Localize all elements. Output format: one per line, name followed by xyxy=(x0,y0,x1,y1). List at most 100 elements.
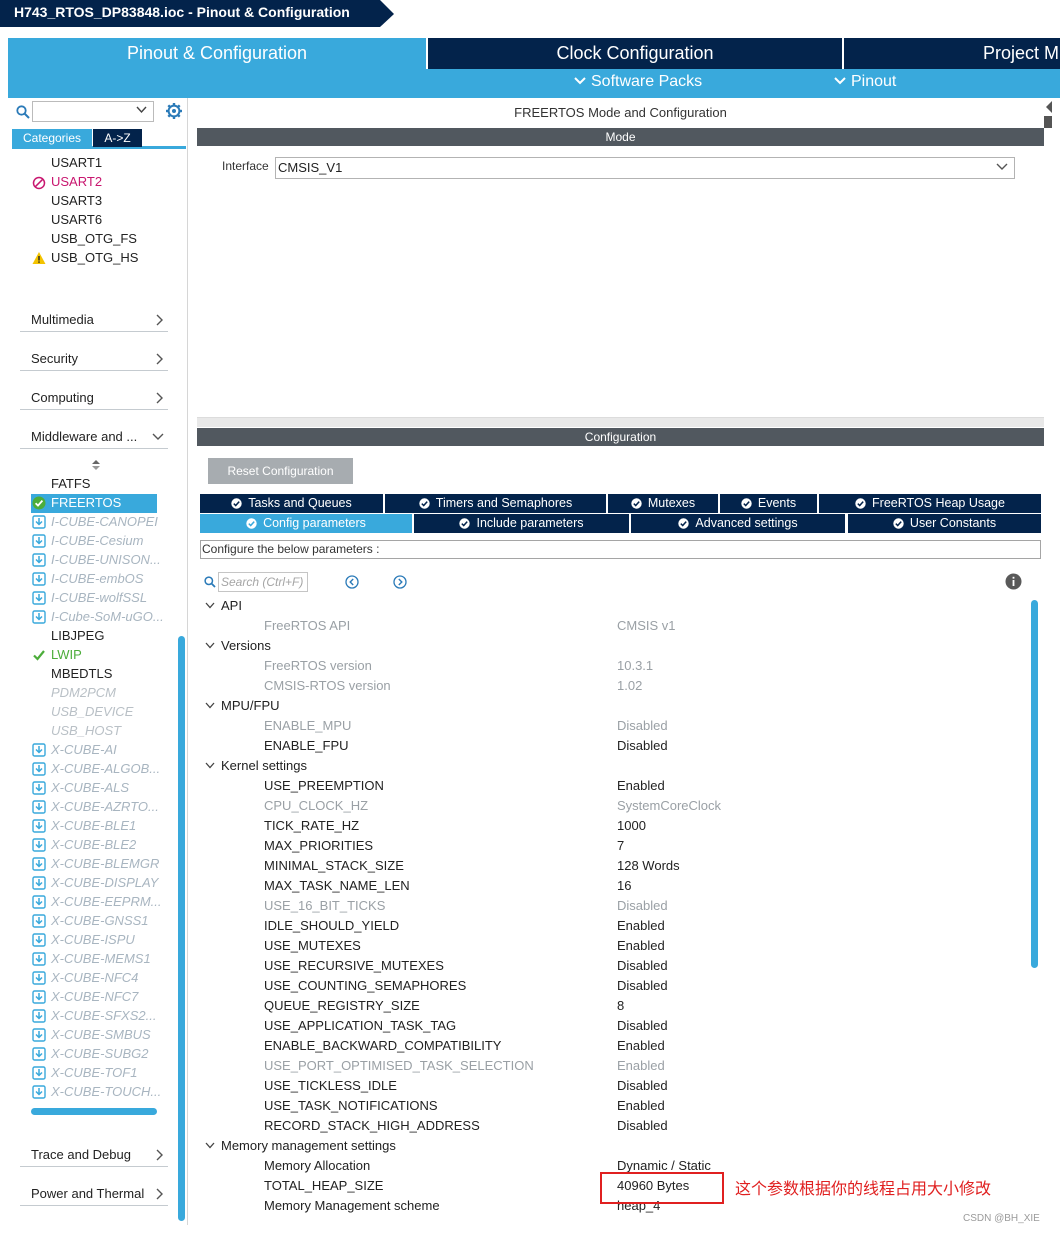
param-value[interactable]: Enabled xyxy=(617,936,665,956)
tree-item-usb-otg-hs[interactable]: USB_OTG_HS xyxy=(51,249,138,267)
parameter-scrollbar[interactable] xyxy=(1031,600,1038,968)
tree-item-lwip[interactable]: LWIP xyxy=(51,646,82,664)
tree-item-x-cube-ai[interactable]: X-CUBE-AI xyxy=(51,741,117,759)
param-name[interactable]: USE_PORT_OPTIMISED_TASK_SELECTION xyxy=(264,1056,534,1076)
param-group-kernel-settings[interactable]: Kernel settings xyxy=(205,756,307,776)
param-group-memory-management-settings[interactable]: Memory management settings xyxy=(205,1136,396,1156)
next-match-icon[interactable] xyxy=(393,575,407,589)
tree-item-x-cube-als[interactable]: X-CUBE-ALS xyxy=(51,779,129,797)
parameter-search-input[interactable]: Search (Ctrl+F) xyxy=(218,572,308,592)
tree-item-x-cube-tof1[interactable]: X-CUBE-TOF1 xyxy=(51,1064,137,1082)
param-name[interactable]: IDLE_SHOULD_YIELD xyxy=(264,916,399,936)
reset-configuration-button[interactable]: Reset Configuration xyxy=(208,458,353,484)
param-value[interactable]: Disabled xyxy=(617,1116,668,1136)
tree-item-x-cube-ispu[interactable]: X-CUBE-ISPU xyxy=(51,931,135,949)
param-value[interactable]: 8 xyxy=(617,996,624,1016)
param-value[interactable]: 7 xyxy=(617,836,624,856)
category-trace-and-debug[interactable]: Trace and Debug xyxy=(20,1143,168,1167)
tree-item-usart6[interactable]: USART6 xyxy=(51,211,102,229)
category-multimedia[interactable]: Multimedia xyxy=(20,308,168,332)
tree-item-libjpeg[interactable]: LIBJPEG xyxy=(51,627,104,645)
info-icon[interactable] xyxy=(1005,573,1022,590)
tree-item-x-cube-subg2[interactable]: X-CUBE-SUBG2 xyxy=(51,1045,149,1063)
tree-item-usart2[interactable]: USART2 xyxy=(51,173,102,191)
param-name[interactable]: MAX_TASK_NAME_LEN xyxy=(264,876,410,896)
param-name[interactable]: USE_COUNTING_SEMAPHORES xyxy=(264,976,466,996)
config-tab-events[interactable]: Events xyxy=(720,494,817,513)
search-icon[interactable] xyxy=(16,105,30,119)
config-tab-timers-and-semaphores[interactable]: Timers and Semaphores xyxy=(385,494,606,513)
tree-item-x-cube-smbus[interactable]: X-CUBE-SMBUS xyxy=(51,1026,151,1044)
param-value[interactable]: Disabled xyxy=(617,1076,668,1096)
param-name[interactable]: USE_MUTEXES xyxy=(264,936,361,956)
tree-item-i-cube-canopei[interactable]: I-CUBE-CANOPEI xyxy=(51,513,158,531)
param-name[interactable]: FreeRTOS version xyxy=(264,656,372,676)
config-tab-config-parameters[interactable]: Config parameters xyxy=(200,514,412,533)
param-value[interactable]: Enabled xyxy=(617,1036,665,1056)
param-name[interactable]: USE_TICKLESS_IDLE xyxy=(264,1076,397,1096)
config-tab-freertos-heap-usage[interactable]: FreeRTOS Heap Usage xyxy=(819,494,1041,513)
param-name[interactable]: Memory Allocation xyxy=(264,1156,370,1176)
splitter[interactable] xyxy=(197,418,1044,427)
param-name[interactable]: USE_RECURSIVE_MUTEXES xyxy=(264,956,444,976)
previous-match-icon[interactable] xyxy=(345,575,359,589)
tree-item-x-cube-touch[interactable]: X-CUBE-TOUCH... xyxy=(51,1083,161,1101)
tree-item-usb-host[interactable]: USB_HOST xyxy=(51,722,121,740)
config-tab-mutexes[interactable]: Mutexes xyxy=(608,494,718,513)
tree-item-x-cube-sfxs2[interactable]: X-CUBE-SFXS2... xyxy=(51,1007,156,1025)
param-group-versions[interactable]: Versions xyxy=(205,636,271,656)
tree-item-usart3[interactable]: USART3 xyxy=(51,192,102,210)
tree-item-x-cube-display[interactable]: X-CUBE-DISPLAY xyxy=(51,874,158,892)
param-group-api[interactable]: API xyxy=(205,596,242,616)
tree-item-x-cube-nfc7[interactable]: X-CUBE-NFC7 xyxy=(51,988,138,1006)
config-tab-tasks-and-queues[interactable]: Tasks and Queues xyxy=(200,494,383,513)
sort-icon[interactable] xyxy=(92,460,100,470)
param-value[interactable]: Disabled xyxy=(617,1016,668,1036)
config-tab-user-constants[interactable]: User Constants xyxy=(848,514,1041,533)
param-value[interactable]: Enabled xyxy=(617,776,665,796)
tree-item-x-cube-azrto[interactable]: X-CUBE-AZRTO... xyxy=(51,798,159,816)
tree-item-i-cube-embos[interactable]: I-CUBE-embOS xyxy=(51,570,143,588)
param-name[interactable]: USE_TASK_NOTIFICATIONS xyxy=(264,1096,438,1116)
tree-item-x-cube-gnss1[interactable]: X-CUBE-GNSS1 xyxy=(51,912,149,930)
interface-select[interactable]: CMSIS_V1 xyxy=(275,157,1015,179)
param-name[interactable]: ENABLE_MPU xyxy=(264,716,351,736)
tree-item-x-cube-eeprm[interactable]: X-CUBE-EEPRM... xyxy=(51,893,162,911)
param-name[interactable]: CPU_CLOCK_HZ xyxy=(264,796,368,816)
param-value[interactable]: Disabled xyxy=(617,976,668,996)
param-value[interactable]: Disabled xyxy=(617,736,668,756)
collapse-arrow-icon[interactable] xyxy=(1045,100,1053,114)
tab-project-manager[interactable]: Project M xyxy=(844,38,1060,69)
category-power-and-thermal[interactable]: Power and Thermal xyxy=(20,1182,168,1206)
param-name[interactable]: MINIMAL_STACK_SIZE xyxy=(264,856,404,876)
param-name[interactable]: ENABLE_FPU xyxy=(264,736,349,756)
param-group-mpu-fpu[interactable]: MPU/FPU xyxy=(205,696,280,716)
param-name[interactable]: ENABLE_BACKWARD_COMPATIBILITY xyxy=(264,1036,501,1056)
param-value[interactable]: 1000 xyxy=(617,816,646,836)
param-name[interactable]: USE_16_BIT_TICKS xyxy=(264,896,385,916)
param-value[interactable]: Disabled xyxy=(617,956,668,976)
tree-item-usb-device[interactable]: USB_DEVICE xyxy=(51,703,133,721)
horizontal-scrollbar[interactable] xyxy=(31,1108,157,1115)
param-value[interactable]: 128 Words xyxy=(617,856,680,876)
gear-icon[interactable] xyxy=(165,102,183,120)
tree-item-i-cube-cesium[interactable]: I-CUBE-Cesium xyxy=(51,532,143,550)
tree-item-i-cube-wolfssl[interactable]: I-CUBE-wolfSSL xyxy=(51,589,147,607)
pinout-menu[interactable]: Pinout xyxy=(834,73,896,91)
category-computing[interactable]: Computing xyxy=(20,386,168,410)
tree-item-i-cube-som-ugo[interactable]: I-Cube-SoM-uGO... xyxy=(51,608,164,626)
param-name[interactable]: USE_APPLICATION_TASK_TAG xyxy=(264,1016,456,1036)
tree-item-mbedtls[interactable]: MBEDTLS xyxy=(51,665,112,683)
tab-pinout-configuration[interactable]: Pinout & Configuration xyxy=(8,38,426,69)
software-packs-menu[interactable]: Software Packs xyxy=(574,73,702,91)
param-value[interactable]: Enabled xyxy=(617,1096,665,1116)
tree-item-freertos[interactable]: FREERTOS xyxy=(51,494,121,512)
config-tab-advanced-settings[interactable]: Advanced settings xyxy=(631,514,845,533)
config-tab-include-parameters[interactable]: Include parameters xyxy=(414,514,629,533)
category-middleware[interactable]: Middleware and ... xyxy=(20,425,168,449)
param-name[interactable]: TICK_RATE_HZ xyxy=(264,816,359,836)
param-name[interactable]: USE_PREEMPTION xyxy=(264,776,384,796)
tree-item-x-cube-mems1[interactable]: X-CUBE-MEMS1 xyxy=(51,950,151,968)
tab-categories[interactable]: Categories xyxy=(12,129,92,147)
tree-item-x-cube-nfc4[interactable]: X-CUBE-NFC4 xyxy=(51,969,138,987)
